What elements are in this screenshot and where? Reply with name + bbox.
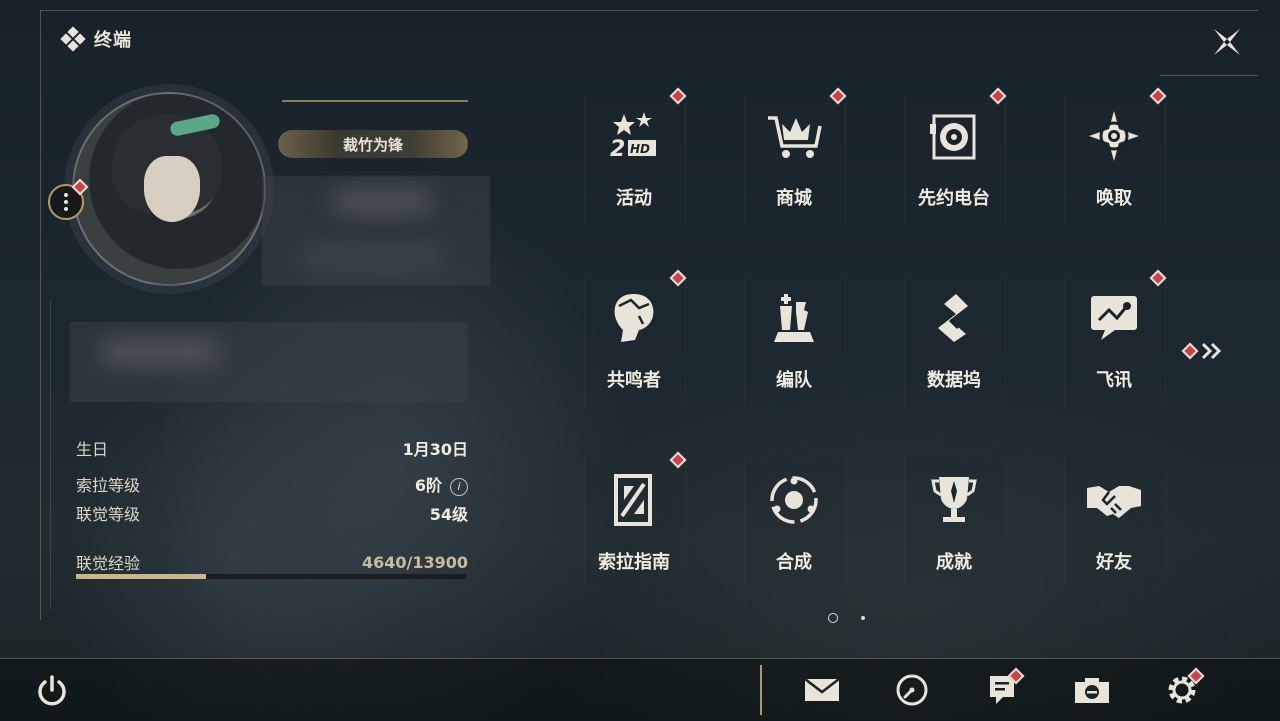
camera-icon (1075, 678, 1109, 703)
menu-tile-label: 商城 (776, 188, 812, 209)
crown-cart-icon (764, 106, 824, 166)
sola-level-label: 索拉等级 (76, 476, 141, 495)
union-exp-fill (76, 574, 207, 579)
svg-text:2: 2 (610, 137, 625, 162)
sola-level-value: 6阶 (414, 476, 442, 495)
window-header: 终端 (60, 26, 132, 52)
union-exp-value: 4640/13900 (361, 552, 468, 572)
event-2hd-icon: 2 HD (604, 106, 664, 166)
menu-tile[interactable]: 共鸣者 (584, 269, 687, 406)
radio-disc-icon (924, 106, 984, 166)
menu-tile[interactable]: 成就 (904, 458, 1006, 588)
bottom-separator (760, 665, 762, 715)
menu-tile[interactable]: 数据坞 (904, 276, 1006, 406)
close-button[interactable] (1196, 16, 1258, 68)
trophy-icon (924, 470, 984, 530)
notice-button[interactable] (980, 667, 1025, 712)
title-divider (282, 100, 468, 102)
menu-tile-label: 好友 (1096, 552, 1132, 573)
menu-tile[interactable]: 好友 (1064, 458, 1166, 588)
menu-tile[interactable]: 2 HD 活动 (584, 87, 687, 224)
union-exp-bar (76, 574, 466, 579)
menu-tile[interactable]: 编队 (744, 276, 846, 406)
resonator-head-icon (604, 288, 664, 348)
menu-tile-label: 飞讯 (1096, 370, 1132, 391)
synthesis-orb-icon (764, 470, 824, 530)
close-icon (1214, 29, 1240, 55)
frame-right-line (1160, 75, 1258, 76)
camera-button[interactable] (1070, 668, 1114, 712)
menu-tile[interactable]: 先约电台 (904, 87, 1007, 224)
menu-tile-label: 数据坞 (927, 370, 981, 391)
menu-tile-label: 索拉指南 (598, 552, 670, 573)
mail-button[interactable] (800, 668, 844, 712)
data-dock-icon (924, 288, 984, 348)
menu-tile-label: 唤取 (1096, 188, 1132, 209)
power-icon (38, 675, 66, 706)
double-chevron-right-icon (1202, 342, 1222, 360)
union-level-row: 联觉等级 54级 (76, 501, 468, 525)
avatar-portrait (72, 92, 266, 286)
svg-text:HD: HD (630, 142, 650, 156)
player-title-badge[interactable]: 裁竹为锋 (278, 130, 468, 158)
next-page-button[interactable] (1181, 340, 1224, 362)
menu-tile-label: 共鸣者 (607, 370, 661, 391)
mail-icon (804, 678, 840, 701)
birthday-row: 生日 1月30日 (76, 436, 468, 460)
menu-tile[interactable]: 飞讯 (1064, 269, 1167, 406)
frame-left-line (40, 10, 41, 620)
menu-tile-label: 合成 (776, 552, 812, 573)
player-name-blurred (262, 176, 490, 286)
window-title: 终端 (94, 30, 132, 51)
chess-team-icon (764, 288, 824, 348)
union-level-label: 联觉等级 (76, 505, 141, 524)
union-level-value: 54级 (429, 505, 468, 524)
frame-left-inner-line (50, 300, 51, 610)
page-indicator-current[interactable] (828, 613, 838, 623)
player-title-text: 裁竹为锋 (342, 135, 403, 154)
menu-tile[interactable]: 合成 (744, 458, 846, 588)
chat-bubble-icon (1084, 288, 1144, 348)
union-exp-label: 联觉经验 (76, 554, 141, 573)
terminal-logo-icon (60, 26, 86, 52)
power-button[interactable] (30, 668, 74, 712)
menu-tile[interactable]: 商城 (744, 87, 847, 224)
sola-level-row: 索拉等级 6阶 i (76, 472, 468, 496)
birthday-label: 生日 (76, 440, 109, 459)
frame-top-line (40, 10, 1258, 11)
clock-button[interactable] (890, 668, 934, 712)
info-icon[interactable]: i (450, 477, 468, 496)
union-exp-row: 联觉经验 4640/13900 (76, 550, 468, 574)
menu-tile-label: 编队 (776, 370, 812, 391)
page-indicator-next[interactable] (861, 616, 865, 620)
guide-book-icon (604, 470, 664, 530)
menu-tile-label: 先约电台 (918, 188, 990, 209)
compass-star-icon (1084, 106, 1144, 166)
handshake-icon (1084, 470, 1144, 530)
menu-tile[interactable]: 索拉指南 (584, 451, 687, 588)
menu-tile[interactable]: 唤取 (1064, 87, 1167, 224)
clock-icon (896, 674, 928, 706)
player-signature-blurred (70, 322, 468, 402)
birthday-value: 1月30日 (402, 440, 468, 459)
settings-button[interactable] (1160, 667, 1205, 712)
next-page-badge (1181, 342, 1199, 360)
menu-tile-label: 活动 (616, 188, 652, 209)
menu-tile-label: 成就 (936, 552, 972, 573)
